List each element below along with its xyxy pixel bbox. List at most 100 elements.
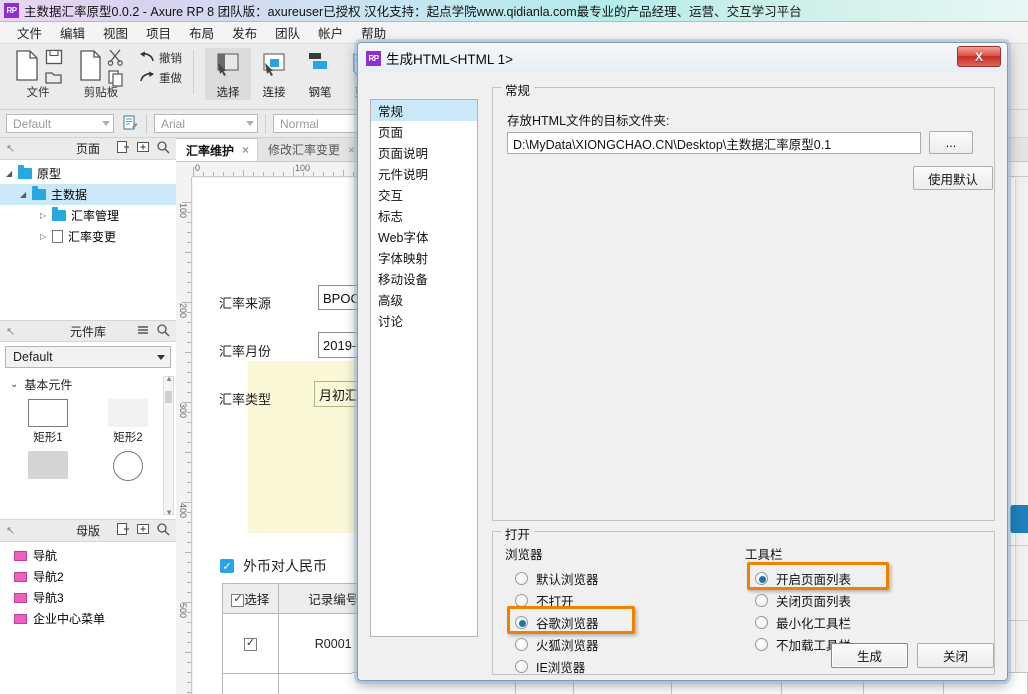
menu-hamburger-icon[interactable] (136, 323, 150, 340)
radio-icon[interactable] (515, 571, 528, 585)
library-scroll-thumb[interactable] (165, 391, 172, 403)
radio-icon[interactable] (755, 615, 768, 629)
expand-arrow-icon[interactable]: ◢ (20, 190, 32, 199)
style-edit-icon[interactable] (122, 114, 139, 134)
add-page-icon[interactable] (116, 140, 130, 157)
radio-icon[interactable] (755, 593, 768, 607)
menu-item-edit[interactable]: 编辑 (51, 21, 94, 44)
close-icon[interactable]: × (242, 143, 249, 157)
menu-item-help[interactable]: 帮助 (352, 21, 395, 44)
tree-item-master-data[interactable]: ◢ 主数据 (0, 184, 176, 205)
menu-item-view[interactable]: 视图 (94, 21, 137, 44)
library-group-basic[interactable]: ⌄ 基本元件 (0, 372, 176, 397)
dialog-nav-page-notes[interactable]: 页面说明 (371, 142, 477, 163)
pen-tool-wrap[interactable]: 钢笔 (297, 48, 343, 100)
menu-item-layout[interactable]: 布局 (180, 21, 223, 44)
select-tool[interactable]: 选择 (205, 48, 251, 100)
search-icon[interactable] (156, 522, 170, 539)
library-shape-rect3[interactable] (8, 451, 88, 481)
radio-icon[interactable] (515, 659, 528, 673)
dialog-nav-pages[interactable]: 页面 (371, 121, 477, 142)
redo-label[interactable]: 重做 (159, 70, 182, 86)
close-dialog-button[interactable]: 关闭 (917, 643, 994, 668)
tab-modify-rate-change[interactable]: 修改汇率变更 × (258, 138, 365, 161)
search-icon[interactable] (156, 323, 170, 340)
ruler-label: 200 (178, 303, 188, 319)
tree-item-label: 主数据 (51, 188, 88, 202)
close-icon[interactable]: × (348, 143, 355, 157)
dialog-nav-web-fonts[interactable]: Web字体 (371, 226, 477, 247)
collapse-arrow-icon[interactable]: ▷ (40, 211, 52, 220)
master-item-nav1[interactable]: 导航 (0, 545, 176, 566)
browse-folder-button[interactable]: ... (929, 131, 973, 154)
library-shape-rect1[interactable]: 矩形1 (8, 399, 88, 445)
row-checkbox-cell[interactable] (222, 673, 279, 694)
add-master-icon[interactable] (116, 522, 130, 539)
master-item-enterprise-menu[interactable]: 企业中心菜单 (0, 608, 176, 629)
radio-ie[interactable]: IE浏览器 (515, 653, 585, 679)
menu-item-file[interactable]: 文件 (8, 21, 51, 44)
library-shape-grid: 矩形1 矩形2 (0, 397, 176, 489)
table-header-select[interactable]: 选择 (222, 583, 279, 614)
row-checkbox-icon[interactable] (243, 636, 257, 651)
dialog-nav-advanced[interactable]: 高级 (371, 289, 477, 310)
undo-label[interactable]: 撤销 (159, 50, 182, 66)
collapse-arrow-icon[interactable]: ↖ (6, 325, 15, 338)
tab-rate-maintenance[interactable]: 汇率维护 × (176, 138, 259, 161)
row-checkbox-cell[interactable] (222, 613, 279, 674)
dialog-nav-discussion[interactable]: 讨论 (371, 310, 477, 331)
dialog-nav-general[interactable]: 常规 (371, 100, 477, 121)
collapse-arrow-icon[interactable]: ↖ (6, 524, 15, 537)
tree-item-rate-change[interactable]: ▷ 汇率变更 (0, 226, 176, 247)
dialog-close-button[interactable]: X (957, 46, 1001, 67)
library-shape-rect2[interactable]: 矩形2 (88, 399, 168, 445)
add-folder-icon[interactable] (136, 140, 150, 157)
collapse-arrow-icon[interactable]: ↖ (6, 142, 15, 155)
output-folder-input[interactable]: D:\MyData\XIONGCHAO.CN\Desktop\主数据汇率原型0.… (507, 132, 921, 154)
dialog-nav-logo[interactable]: 标志 (371, 205, 477, 226)
master-item-nav3[interactable]: 导航3 (0, 587, 176, 608)
collapse-arrow-icon[interactable]: ▷ (40, 232, 52, 241)
right-panel-tab[interactable] (1010, 505, 1028, 533)
library-select[interactable]: Default (5, 346, 171, 368)
menu-item-publish[interactable]: 发布 (223, 21, 266, 44)
radio-icon[interactable] (515, 593, 528, 607)
dialog-nav-mobile[interactable]: 移动设备 (371, 268, 477, 289)
master-item-nav2[interactable]: 导航2 (0, 566, 176, 587)
save-icon[interactable] (44, 48, 64, 69)
connect-tool-wrap[interactable]: 连接 (251, 48, 297, 100)
radio-icon[interactable] (755, 637, 768, 651)
tree-item-prototype[interactable]: ◢ 原型 (0, 163, 176, 184)
library-scrollbar[interactable] (163, 376, 174, 515)
cut-icon[interactable] (106, 48, 126, 69)
expand-arrow-icon[interactable]: ◢ (6, 169, 18, 178)
add-master-folder-icon[interactable] (136, 522, 150, 539)
dialog-nav-widget-notes[interactable]: 元件说明 (371, 163, 477, 184)
checkbox-checked-icon[interactable]: ✓ (220, 559, 234, 573)
dialog-nav-interactions[interactable]: 交互 (371, 184, 477, 205)
menu-item-account[interactable]: 帐户 (309, 21, 352, 44)
radio-icon[interactable] (515, 637, 528, 651)
use-default-button[interactable]: 使用默认 (913, 166, 993, 190)
library-shape-ellipse[interactable] (88, 451, 168, 481)
style-select[interactable]: Default (6, 114, 114, 133)
dialog-nav-font-mapping[interactable]: 字体映射 (371, 247, 477, 268)
new-file-icon[interactable] (12, 48, 42, 87)
paste-icon[interactable] (76, 48, 104, 87)
select-all-checkbox-icon[interactable] (231, 592, 245, 608)
section-checkbox-row[interactable]: ✓ 外币对人民币 (220, 556, 327, 576)
menu-item-team[interactable]: 团队 (266, 21, 309, 44)
connect-tool-icon (259, 50, 289, 83)
undo-icon[interactable] (138, 50, 156, 67)
generate-button[interactable]: 生成 (831, 643, 908, 668)
canvas-vertical-scrollbar[interactable] (1015, 178, 1028, 694)
tree-item-rate-management[interactable]: ▷ 汇率管理 (0, 205, 176, 226)
scroll-down-arrow-icon[interactable]: ▼ (165, 508, 173, 517)
menu-item-project[interactable]: 项目 (137, 21, 180, 44)
pages-tree: ◢ 原型 ◢ 主数据 ▷ 汇率管理 ▷ 汇率变更 (0, 160, 176, 320)
scroll-up-arrow-icon[interactable]: ▲ (165, 374, 173, 383)
search-icon[interactable] (156, 140, 170, 157)
dialog-logo-icon: RP (366, 50, 381, 66)
font-family-select[interactable]: Arial (154, 114, 258, 133)
redo-icon[interactable] (138, 70, 156, 87)
